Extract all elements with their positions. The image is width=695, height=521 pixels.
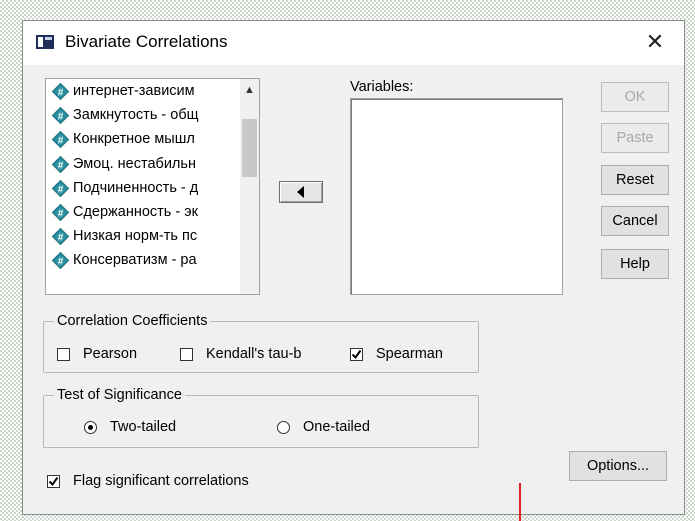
close-button[interactable]: ✕ (640, 27, 670, 57)
list-item-label: интернет-зависим (73, 83, 195, 99)
kendall-checkbox[interactable] (180, 348, 193, 361)
correlation-coefficients-title: Correlation Coefficients (54, 312, 211, 330)
svg-text:#: # (58, 160, 64, 171)
spearman-label[interactable]: Spearman (376, 346, 443, 362)
list-item-label: Сдержанность - эк (73, 203, 198, 220)
scale-variable-icon: # (52, 252, 69, 270)
list-item[interactable]: # интернет-зависим (46, 79, 241, 103)
scale-variable-icon: # (52, 228, 69, 246)
svg-text:#: # (58, 184, 64, 195)
close-icon: ✕ (645, 29, 665, 54)
options-button[interactable]: Options... (569, 451, 667, 481)
scroll-up-icon[interactable]: ▲ (240, 79, 259, 101)
list-item[interactable]: # Замкнутость - общ (46, 103, 241, 127)
move-variable-button[interactable] (279, 181, 323, 203)
svg-text:#: # (58, 88, 64, 99)
scroll-thumb[interactable] (242, 119, 257, 177)
scale-variable-icon: # (52, 155, 69, 173)
list-item-label: Замкнутость - общ (73, 107, 199, 124)
left-arrow-icon (297, 186, 304, 198)
svg-text:#: # (58, 136, 64, 147)
two-tailed-radio[interactable] (84, 421, 97, 434)
list-item-label: Низкая норм-ть пс (73, 228, 198, 245)
variables-list[interactable] (350, 98, 563, 295)
list-item[interactable]: # Консерватизм - ра (46, 248, 241, 272)
variables-label: Variables: (350, 79, 414, 95)
reset-button[interactable]: Reset (601, 165, 669, 195)
flag-significant-label[interactable]: Flag significant correlations (73, 473, 249, 489)
cancel-button[interactable]: Cancel (601, 206, 669, 236)
spss-window-icon (36, 35, 54, 49)
svg-text:#: # (58, 112, 64, 123)
scale-variable-icon: # (52, 179, 69, 197)
ok-button[interactable]: OK (601, 82, 669, 112)
flag-significant-checkbox[interactable] (47, 475, 60, 488)
spearman-checkbox[interactable] (350, 348, 363, 361)
svg-text:#: # (58, 233, 64, 244)
checkmark-icon (351, 349, 362, 360)
source-variable-list[interactable]: # интернет-зависим # Замкнутость - общ # Конк… (45, 78, 260, 295)
test-of-significance-group: Test of Significance Two-tailed One-tail… (43, 386, 479, 448)
list-item-label: Эмоц. нестабильн (73, 155, 196, 172)
list-item[interactable]: # Сдержанность - эк (46, 200, 241, 224)
pearson-checkbox[interactable] (57, 348, 70, 361)
list-item[interactable]: # Низкая норм-ть пс (46, 224, 241, 248)
pearson-label[interactable]: Pearson (83, 346, 137, 362)
svg-text:#: # (58, 208, 64, 219)
title-bar[interactable]: Bivariate Correlations ✕ (23, 21, 684, 65)
one-tailed-radio[interactable] (277, 421, 290, 434)
two-tailed-label[interactable]: Two-tailed (110, 419, 176, 435)
svg-text:#: # (58, 257, 64, 268)
list-item-label: Конкретное мышл (73, 131, 195, 148)
list-item[interactable]: # Конкретное мышл (46, 127, 241, 151)
list-item[interactable]: # Подчиненность - д (46, 176, 241, 200)
list-scrollbar[interactable]: ▲ (240, 79, 259, 294)
kendall-label[interactable]: Kendall's tau-b (206, 346, 301, 362)
help-button[interactable]: Help (601, 249, 669, 279)
list-item-label: Подчиненность - д (73, 179, 199, 196)
one-tailed-label[interactable]: One-tailed (303, 419, 370, 435)
dialog-title: Bivariate Correlations (65, 32, 228, 51)
list-item-label: Консерватизм - ра (73, 252, 197, 269)
paste-button[interactable]: Paste (601, 123, 669, 153)
bivariate-correlations-dialog: Bivariate Correlations ✕ # интернет-завис… (22, 20, 685, 515)
checkmark-icon (48, 476, 59, 487)
scale-variable-icon: # (52, 107, 69, 125)
test-of-significance-title: Test of Significance (54, 386, 185, 404)
list-item[interactable]: # Эмоц. нестабильн (46, 152, 241, 176)
red-annotation-line (519, 483, 521, 521)
scale-variable-icon: # (52, 131, 69, 149)
scale-variable-icon: # (52, 83, 69, 100)
scale-variable-icon: # (52, 203, 69, 221)
radio-selected-dot (88, 425, 93, 430)
correlation-coefficients-group: Correlation Coefficients Pearson Kendall… (43, 312, 479, 373)
